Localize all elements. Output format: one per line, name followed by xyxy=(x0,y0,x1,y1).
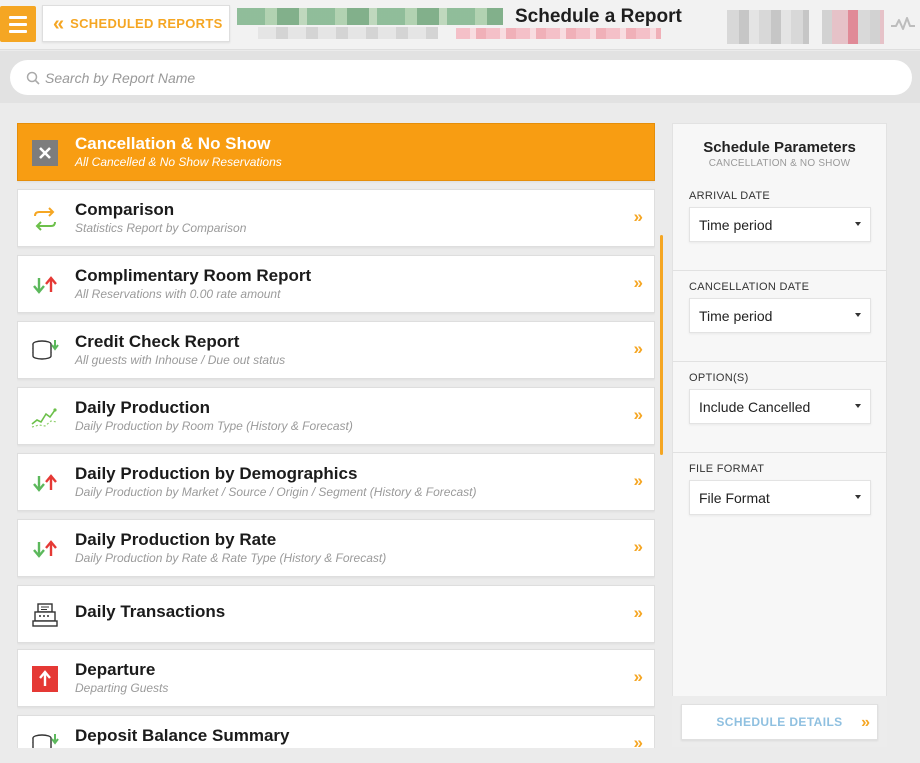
schedule-details-label: SCHEDULE DETAILS xyxy=(716,715,843,729)
activity-icon[interactable] xyxy=(890,14,916,34)
report-subtitle: Daily Production by Rate & Rate Type (Hi… xyxy=(75,551,387,565)
panel-footer: SCHEDULE DETAILS » xyxy=(672,696,887,747)
param-options: OPTION(S) Include Cancelled xyxy=(673,362,886,453)
coin-stack-icon xyxy=(30,336,60,366)
page-title: Schedule a Report xyxy=(515,6,682,27)
schedule-details-button[interactable]: SCHEDULE DETAILS » xyxy=(681,704,878,740)
cancellation-date-select[interactable]: Time period xyxy=(689,298,871,333)
report-title: Complimentary Room Report xyxy=(75,266,312,285)
report-subtitle: All Cancelled & No Show Reservations xyxy=(75,155,282,169)
chevron-right-icon: » xyxy=(633,733,644,748)
chevron-right-icon: » xyxy=(633,405,644,424)
report-title: Daily Production xyxy=(75,398,211,417)
file-format-select[interactable]: File Format xyxy=(689,480,871,515)
param-label: OPTION(S) xyxy=(689,372,749,384)
report-row-departure[interactable]: Departure Departing Guests » xyxy=(17,649,655,707)
select-value: Include Cancelled xyxy=(699,398,811,415)
report-subtitle: All Reservations with 0.00 rate amount xyxy=(75,287,281,301)
chevron-right-icon: » xyxy=(633,667,644,686)
chevron-right-icon: » xyxy=(633,207,644,226)
report-subtitle: Daily Production by Market / Source / Or… xyxy=(75,485,477,499)
report-subtitle: All guests with Inhouse / Due out status xyxy=(75,353,286,367)
param-label: FILE FORMAT xyxy=(689,463,765,475)
up-down-arrows-icon xyxy=(30,468,60,498)
caret-down-icon xyxy=(855,404,861,408)
trend-chart-icon xyxy=(30,402,60,432)
chevron-right-icon: » xyxy=(633,471,644,490)
panel-header: Schedule Parameters CANCELLATION & NO SH… xyxy=(673,139,886,169)
report-row-daily-production-demographics[interactable]: Daily Production by Demographics Daily P… xyxy=(17,453,655,511)
report-row-daily-transactions[interactable]: Daily Transactions » xyxy=(17,585,655,643)
report-subtitle: Departing Guests xyxy=(75,681,169,695)
report-row-daily-production-rate[interactable]: Daily Production by Rate Daily Productio… xyxy=(17,519,655,577)
panel-subtitle: CANCELLATION & NO SHOW xyxy=(708,158,851,169)
close-icon[interactable] xyxy=(30,138,60,168)
cash-register-icon xyxy=(30,600,60,630)
back-button-label: SCHEDULED REPORTS xyxy=(70,16,223,31)
caret-down-icon xyxy=(855,222,861,226)
double-chevron-left-icon: « xyxy=(53,12,64,35)
top-bar: « SCHEDULED REPORTS Schedule a Report xyxy=(0,0,920,50)
param-label: ARRIVAL DATE xyxy=(689,190,771,202)
report-row-deposit-balance-summary[interactable]: Deposit Balance Summary » xyxy=(17,715,655,748)
up-arrow-box-icon xyxy=(30,664,60,694)
report-list: Cancellation & No Show All Cancelled & N… xyxy=(17,123,655,748)
chevron-right-icon: » xyxy=(633,603,644,622)
up-down-arrows-icon xyxy=(30,270,60,300)
report-title: Daily Production by Demographics xyxy=(75,464,358,483)
menu-icon[interactable] xyxy=(0,6,36,42)
search-bar xyxy=(0,51,920,103)
report-row-cancellation-no-show[interactable]: Cancellation & No Show All Cancelled & N… xyxy=(17,123,655,181)
coin-stack-icon xyxy=(30,730,60,748)
panel-title: Schedule Parameters xyxy=(703,139,856,156)
param-cancellation-date: CANCELLATION DATE Time period xyxy=(673,271,886,362)
swap-arrows-icon xyxy=(30,204,60,234)
param-arrival-date: ARRIVAL DATE Time period xyxy=(673,180,886,271)
redacted-hotel-subtitle xyxy=(258,27,438,39)
report-title: Daily Production by Rate xyxy=(75,530,277,549)
search-icon xyxy=(26,71,40,85)
back-to-scheduled-reports-button[interactable]: « SCHEDULED REPORTS xyxy=(42,5,230,42)
report-row-complimentary-room[interactable]: Complimentary Room Report All Reservatio… xyxy=(17,255,655,313)
chevron-right-icon: » xyxy=(633,273,644,292)
schedule-parameters-panel: Schedule Parameters CANCELLATION & NO SH… xyxy=(672,123,887,747)
report-title: Departure xyxy=(75,660,156,679)
report-row-comparison[interactable]: Comparison Statistics Report by Comparis… xyxy=(17,189,655,247)
arrival-date-select[interactable]: Time period xyxy=(689,207,871,242)
report-title: Deposit Balance Summary xyxy=(75,726,290,745)
select-value: Time period xyxy=(699,307,773,324)
caret-down-icon xyxy=(855,313,861,317)
caret-down-icon xyxy=(855,495,861,499)
redacted-status-info xyxy=(822,10,884,44)
report-subtitle: Statistics Report by Comparison xyxy=(75,221,247,235)
param-label: CANCELLATION DATE xyxy=(689,281,810,293)
options-select[interactable]: Include Cancelled xyxy=(689,389,871,424)
report-title: Comparison xyxy=(75,200,175,219)
report-row-daily-production[interactable]: Daily Production Daily Production by Roo… xyxy=(17,387,655,445)
search-container[interactable] xyxy=(10,60,912,95)
report-title: Daily Transactions xyxy=(75,602,226,621)
up-down-arrows-icon xyxy=(30,534,60,564)
search-input[interactable] xyxy=(45,69,445,86)
chevron-right-icon: » xyxy=(861,714,870,731)
param-file-format: FILE FORMAT File Format xyxy=(673,453,886,544)
chevron-right-icon: » xyxy=(633,339,644,358)
report-title: Credit Check Report xyxy=(75,332,240,351)
report-row-credit-check[interactable]: Credit Check Report All guests with Inho… xyxy=(17,321,655,379)
list-scrollbar[interactable] xyxy=(660,235,663,455)
select-value: Time period xyxy=(699,216,773,233)
report-subtitle: Daily Production by Room Type (History &… xyxy=(75,419,353,433)
select-value: File Format xyxy=(699,489,770,506)
redacted-hotel-name xyxy=(237,8,503,25)
report-title: Cancellation & No Show xyxy=(75,134,271,153)
redacted-hotel-detail xyxy=(456,28,661,39)
redacted-user-info xyxy=(727,10,809,44)
chevron-right-icon: » xyxy=(633,537,644,556)
